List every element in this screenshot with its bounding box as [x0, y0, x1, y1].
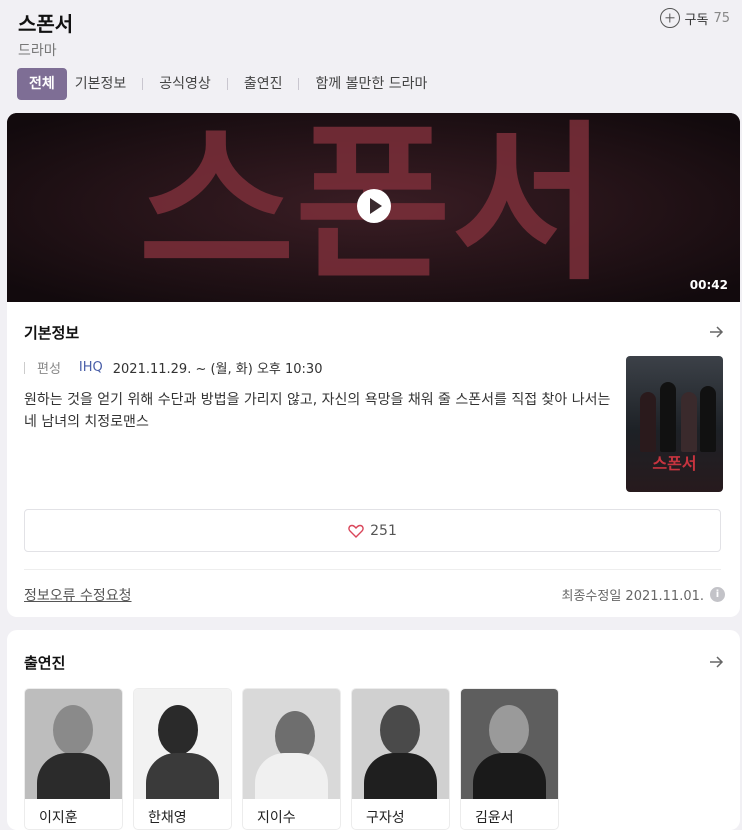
- tab-cast[interactable]: 출연진: [236, 68, 291, 100]
- subscribe-label: 구독: [684, 12, 709, 28]
- cast-item[interactable]: 이지훈: [24, 688, 123, 830]
- last-updated-text: 최종수정일 2021.11.01.: [561, 589, 705, 604]
- basic-info-title: 기본정보: [24, 324, 80, 342]
- arrow-right-icon[interactable]: [708, 324, 724, 340]
- cast-item[interactable]: 지이수: [242, 688, 341, 830]
- tab-bar: 전체 기본정보 공식영상 출연진 함께 볼만한 드라마: [17, 68, 435, 100]
- info-icon[interactable]: i: [710, 587, 725, 602]
- drama-poster[interactable]: 스폰서: [626, 356, 723, 492]
- page-title: 스폰서: [18, 12, 74, 36]
- page-header: 스폰서 드라마 구독 75 전체 기본정보 공식영상 출연진 함께 볼만한 드라…: [0, 0, 742, 112]
- cast-name: 이지훈: [39, 810, 78, 826]
- main-info-card: 스폰서 00:42 기본정보 편성 IHQ 2021.11.29. ~ (월, …: [7, 113, 740, 617]
- cast-name: 구자성: [366, 810, 405, 826]
- divider: [24, 569, 721, 570]
- cast-name: 김윤서: [475, 810, 514, 826]
- video-duration: 00:42: [689, 278, 728, 292]
- synopsis: 원하는 것을 얻기 위해 수단과 방법을 가리지 않고, 자신의 욕망을 채워 …: [24, 392, 611, 430]
- tab-all[interactable]: 전체: [17, 68, 67, 100]
- cast-item[interactable]: 구자성: [351, 688, 450, 830]
- broadcast-info: 편성 IHQ 2021.11.29. ~ (월, 화) 오후 10:30: [24, 358, 322, 377]
- tab-divider: [298, 78, 300, 90]
- bullet-divider: [24, 361, 25, 374]
- poster-figure: [681, 392, 697, 452]
- cast-item[interactable]: 김윤서: [460, 688, 559, 830]
- tab-basic-info[interactable]: 기본정보: [67, 68, 135, 100]
- poster-figure: [660, 382, 676, 452]
- video-player[interactable]: 스폰서 00:42: [7, 113, 740, 302]
- tab-similar-dramas[interactable]: 함께 볼만한 드라마: [307, 68, 435, 100]
- play-icon[interactable]: [357, 189, 391, 223]
- cast-list: 이지훈 한채영 지이수 구자성 김윤서: [24, 688, 559, 830]
- cast-card-section: 출연진 이지훈 한채영 지이수 구자성 김윤서: [7, 630, 740, 830]
- channel-link[interactable]: IHQ: [79, 360, 103, 375]
- cast-photo: [243, 689, 340, 799]
- tab-divider: [226, 78, 228, 90]
- arrow-right-icon[interactable]: [708, 654, 724, 670]
- last-updated: 최종수정일 2021.11.01. i: [561, 585, 725, 604]
- cast-name: 지이수: [257, 810, 296, 826]
- plus-circle-icon: [659, 8, 680, 28]
- broadcast-schedule: 2021.11.29. ~ (월, 화) 오후 10:30: [112, 362, 323, 377]
- cast-photo: [461, 689, 558, 799]
- broadcast-label: 편성: [37, 362, 61, 377]
- cast-photo: [25, 689, 122, 799]
- cast-item[interactable]: 한채영: [133, 688, 232, 830]
- report-error-link[interactable]: 정보오류 수정요청: [24, 585, 132, 605]
- cast-name: 한채영: [148, 810, 187, 826]
- like-count: 251: [370, 522, 397, 539]
- subscribe-button[interactable]: 구독 75: [659, 8, 730, 28]
- poster-figure: [700, 386, 716, 452]
- tab-official-video[interactable]: 공식영상: [151, 68, 219, 100]
- heart-icon: [348, 524, 364, 538]
- subscribe-count: 75: [713, 10, 730, 26]
- poster-title: 스폰서: [652, 454, 697, 473]
- poster-figure: [640, 392, 656, 452]
- like-button[interactable]: 251: [24, 509, 721, 552]
- genre-label: 드라마: [18, 43, 57, 59]
- cast-title: 출연진: [24, 654, 66, 672]
- cast-photo: [352, 689, 449, 799]
- cast-photo: [134, 689, 231, 799]
- tab-divider: [142, 78, 144, 90]
